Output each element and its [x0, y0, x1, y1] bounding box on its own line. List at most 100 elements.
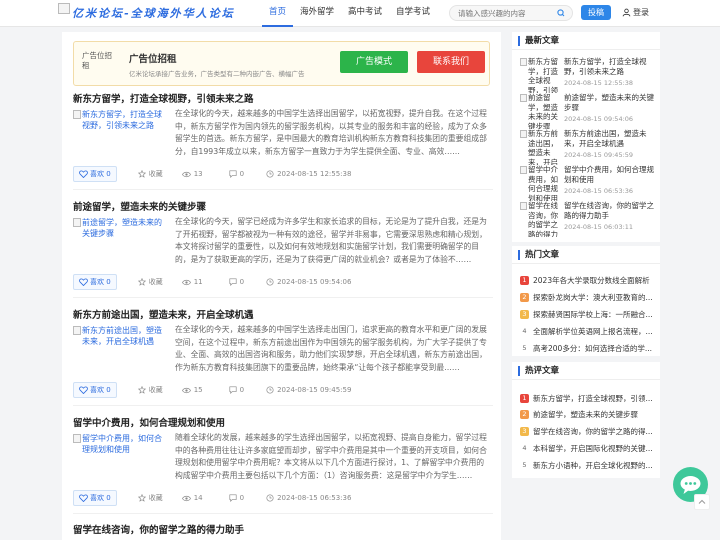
site-logo[interactable]: 亿米论坛-全球海外华人论坛: [58, 2, 235, 21]
favorite-label: 收藏: [148, 386, 163, 394]
latest-article-thumbnail-alt: 新东方留学，打造全球视野，引领未来之路: [528, 57, 558, 93]
divider: [73, 297, 493, 298]
comment-icon: [229, 170, 237, 178]
latest-article-item[interactable]: 新东方前途出国，塑造未来，开启全球机遇 新东方前途出国，塑造未来，开启全球机遇 …: [520, 129, 658, 165]
favorite-button[interactable]: 收藏: [137, 169, 163, 179]
eye-icon: [181, 279, 191, 285]
divider: [73, 405, 493, 406]
divider: [512, 379, 660, 380]
publish-time: 2024-08-15 06:53:36: [266, 494, 351, 502]
article-thumbnail[interactable]: 留学中介费用，如何合理规划和使用: [73, 433, 168, 475]
latest-article-title: 留学中介费用，如何合理规划和使用: [564, 165, 654, 184]
login-link[interactable]: 登录: [622, 7, 649, 18]
nav-item-home[interactable]: 首页: [262, 0, 294, 27]
article-title[interactable]: 新东方留学，打造全球视野，引领未来之路: [73, 91, 254, 105]
post-button[interactable]: 投稿: [581, 5, 611, 20]
commented-article-item[interactable]: 3 留学在线咨询，你的留学之路的得...: [520, 425, 654, 437]
hot-article-title: 2023年各大学录取分数线全面解析: [533, 275, 650, 285]
latest-articles-panel: 最新文章 新东方留学，打造全球视野，引领未来之路 新东方留学，打造全球视野，引领…: [512, 32, 660, 242]
rank-number: 4: [522, 326, 527, 335]
article-thumbnail[interactable]: 新东方前途出国，塑造未来，开启全球机遇: [73, 325, 168, 367]
like-button[interactable]: 喜欢 0: [73, 166, 117, 182]
comment-count: 0: [229, 170, 244, 178]
article-title[interactable]: 留学中介费用，如何合理规划和使用: [73, 415, 225, 429]
rank-number: 5: [522, 460, 527, 469]
commented-article-item[interactable]: 5 新东方小语种，开启全球化视野的...: [520, 459, 654, 471]
hot-article-item[interactable]: 2 探索卧龙岗大学：澳大利亚教育的...: [520, 291, 654, 303]
latest-article-item[interactable]: 留学中介费用，如何合理规划和使用 留学中介费用，如何合理规划和使用 2024-0…: [520, 165, 658, 201]
login-label: 登录: [633, 8, 649, 17]
broken-image-icon: [520, 58, 527, 66]
article-title[interactable]: 前途留学，塑造未来的关键步骤: [73, 199, 206, 213]
clock-icon: [266, 170, 274, 178]
commented-article-item[interactable]: 2 前途留学，塑造未来的关键步骤: [520, 408, 654, 420]
article-meta: 喜欢 0 收藏 15 0 2024-08-15 09:45:59: [73, 382, 493, 398]
like-button[interactable]: 喜欢 0: [73, 382, 117, 398]
publish-time-value: 2024-08-15 09:45:59: [277, 386, 352, 394]
publish-time-value: 2024-08-15 12:55:38: [277, 170, 352, 178]
publish-time: 2024-08-15 12:55:38: [266, 170, 351, 178]
broken-image-icon: [73, 326, 81, 335]
search-icon[interactable]: [554, 8, 568, 18]
back-to-top-button[interactable]: [694, 494, 710, 510]
latest-article-item[interactable]: 留学在线咨询，你的留学之路的得力助手 留学在线咨询，你的留学之路的得力助手 20…: [520, 201, 658, 237]
comment-count-value: 0: [239, 278, 245, 286]
latest-article-thumbnail: 留学中介费用，如何合理规划和使用: [520, 165, 560, 201]
favorite-button[interactable]: 收藏: [137, 277, 163, 287]
commented-article-item[interactable]: 1 新东方留学，打造全球视野，引领...: [520, 392, 654, 404]
article-meta: 喜欢 0 收藏 14 0 2024-08-15 06:53:36: [73, 490, 493, 506]
comment-count: 0: [229, 386, 244, 394]
article-summary: 在全球化的今天，越来越多的中国学生选择出国留学，以拓宽视野，提升自我。在这个过程…: [175, 109, 487, 156]
like-count: 喜欢 0: [90, 170, 111, 178]
contact-us-button[interactable]: 联系我们: [417, 51, 485, 73]
article-summary: 在全球化的今天，留学已经成为许多学生和家长追求的目标，无论是为了提升自我，还是为…: [175, 217, 487, 264]
article-title[interactable]: 留学在线咨询，你的留学之路的得力助手: [73, 522, 244, 536]
search-input[interactable]: [450, 6, 546, 20]
favorite-button[interactable]: 收藏: [137, 493, 163, 503]
like-button[interactable]: 喜欢 0: [73, 490, 117, 506]
rank-number: 3: [520, 309, 529, 319]
latest-article-thumbnail-alt: 留学中介费用，如何合理规划和使用: [528, 165, 558, 201]
hot-article-item[interactable]: 1 2023年各大学录取分数线全面解析: [520, 274, 654, 286]
latest-article-thumbnail: 前途留学，塑造未来的关键步骤: [520, 93, 560, 129]
divider: [512, 263, 660, 264]
hot-article-item[interactable]: 4 全面解析学位英语网上报名流程，...: [520, 325, 654, 337]
broken-image-icon: [58, 3, 70, 14]
hot-article-item[interactable]: 3 探索赫贤国际学校上海：一所融合...: [520, 308, 654, 320]
heart-icon: [79, 278, 88, 286]
commented-article-title: 新东方留学，打造全球视野，引领...: [533, 393, 653, 403]
hot-articles-heading: 热门文章: [518, 250, 559, 260]
broken-image-icon: [520, 94, 527, 102]
nav-item-high-school-exam[interactable]: 高中考试: [341, 0, 389, 27]
view-count-value: 14: [193, 494, 203, 502]
rank-number: 1: [520, 275, 529, 285]
latest-article-title: 新东方前途出国，塑造未来，开启全球机遇: [564, 129, 647, 148]
divider: [73, 189, 493, 190]
article-title[interactable]: 新东方前途出国，塑造未来，开启全球机遇: [73, 307, 254, 321]
latest-article-date: 2024-08-15 09:45:59: [564, 151, 634, 159]
nav-item-study-abroad[interactable]: 海外留学: [293, 0, 341, 27]
user-icon: [622, 8, 631, 17]
hot-article-title: 全面解析学位英语网上报名流程，...: [533, 326, 653, 336]
ad-mode-button[interactable]: 广告模式: [340, 51, 408, 73]
hot-article-title: 探索卧龙岗大学：澳大利亚教育的...: [533, 292, 653, 302]
broken-image-icon: [520, 130, 527, 138]
article-thumbnail[interactable]: 新东方留学，打造全球视野，引领未来之路: [73, 109, 168, 151]
rank-number: 2: [520, 292, 529, 302]
article-summary: 随着全球化的发展，越来越多的学生选择出国留学，以拓宽视野、提高自身能力，留学过程…: [175, 433, 487, 480]
latest-article-item[interactable]: 前途留学，塑造未来的关键步骤 前途留学，塑造未来的关键步骤 2024-08-15…: [520, 93, 658, 129]
ad-description: 亿米论坛承接广告业务，广告类型有二种内嵌广告、横幅广告: [129, 70, 305, 78]
rank-number: 4: [522, 443, 527, 452]
like-button[interactable]: 喜欢 0: [73, 274, 117, 290]
nav-item-self-study-exam[interactable]: 自学考试: [389, 0, 437, 27]
commented-article-item[interactable]: 4 本科留学，开启国际化视野的关键...: [520, 442, 654, 454]
comment-count-value: 0: [239, 494, 245, 502]
publish-time-value: 2024-08-15 09:54:06: [277, 278, 352, 286]
rank-number: 1: [520, 393, 529, 403]
article-thumbnail[interactable]: 前途留学，塑造未来的关键步骤: [73, 217, 168, 259]
latest-article-item[interactable]: 新东方留学，打造全球视野，引领未来之路 新东方留学，打造全球视野，引领未来之路 …: [520, 57, 658, 93]
star-icon: [137, 386, 146, 394]
commented-article-title: 本科留学，开启国际化视野的关键...: [533, 443, 653, 453]
favorite-button[interactable]: 收藏: [137, 385, 163, 395]
hot-article-item[interactable]: 5 高考200多分：如何选择合适的学...: [520, 342, 654, 354]
